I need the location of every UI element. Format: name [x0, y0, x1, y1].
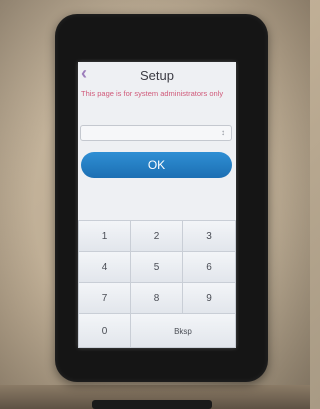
backspace-key[interactable]: Bksp — [130, 313, 236, 348]
key-2[interactable]: 2 — [130, 220, 183, 252]
key-0[interactable]: 0 — [78, 313, 131, 348]
key-3[interactable]: 3 — [182, 220, 236, 252]
ok-button[interactable]: OK — [81, 152, 232, 178]
key-7[interactable]: 7 — [78, 282, 131, 314]
admin-notice: This page is for system administrators o… — [81, 89, 224, 98]
key-6[interactable]: 6 — [182, 251, 236, 283]
key-1[interactable]: 1 — [78, 220, 131, 252]
key-9[interactable]: 9 — [182, 282, 236, 314]
key-8[interactable]: 8 — [130, 282, 183, 314]
key-5[interactable]: 5 — [130, 251, 183, 283]
password-field[interactable]: ↕ — [80, 125, 232, 141]
device-screen: ‹ Setup This page is for system administ… — [78, 62, 236, 348]
numeric-keypad: 1 2 3 4 5 6 7 8 9 0 Bksp — [78, 220, 236, 348]
key-4[interactable]: 4 — [78, 251, 131, 283]
field-caret-icon: ↕ — [221, 128, 225, 137]
mount-slot — [92, 400, 212, 409]
page-title: Setup — [140, 68, 174, 83]
header: ‹ Setup — [78, 62, 236, 86]
